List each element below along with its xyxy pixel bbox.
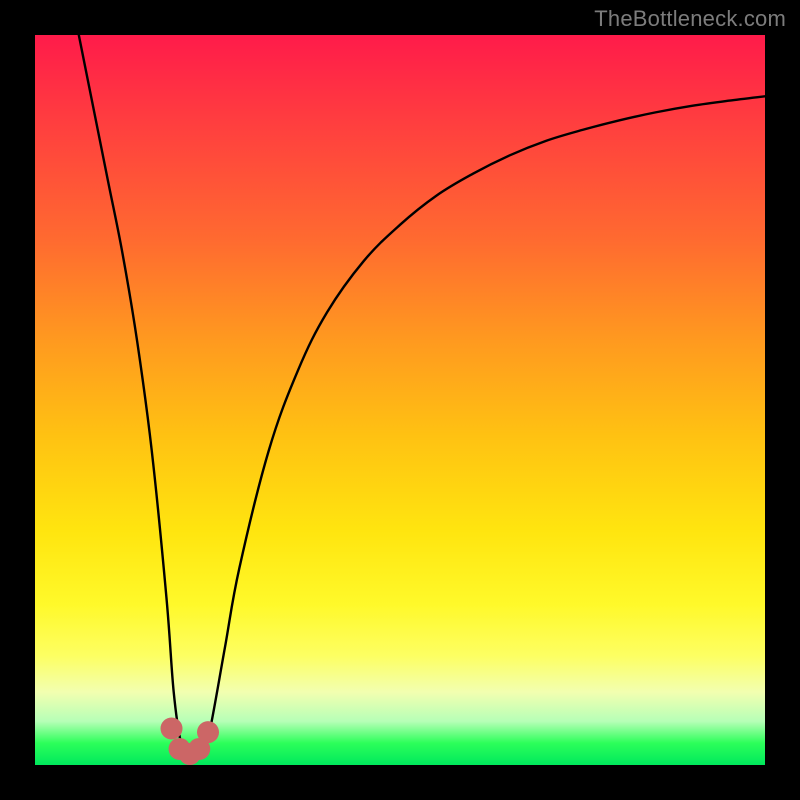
plot-area bbox=[35, 35, 765, 765]
trough-marker bbox=[161, 718, 183, 740]
chart-svg bbox=[35, 35, 765, 765]
bottleneck-curve bbox=[79, 35, 765, 759]
watermark-text: TheBottleneck.com bbox=[594, 6, 786, 32]
trough-marker bbox=[197, 721, 219, 743]
trough-markers bbox=[161, 718, 220, 766]
outer-frame: TheBottleneck.com bbox=[0, 0, 800, 800]
